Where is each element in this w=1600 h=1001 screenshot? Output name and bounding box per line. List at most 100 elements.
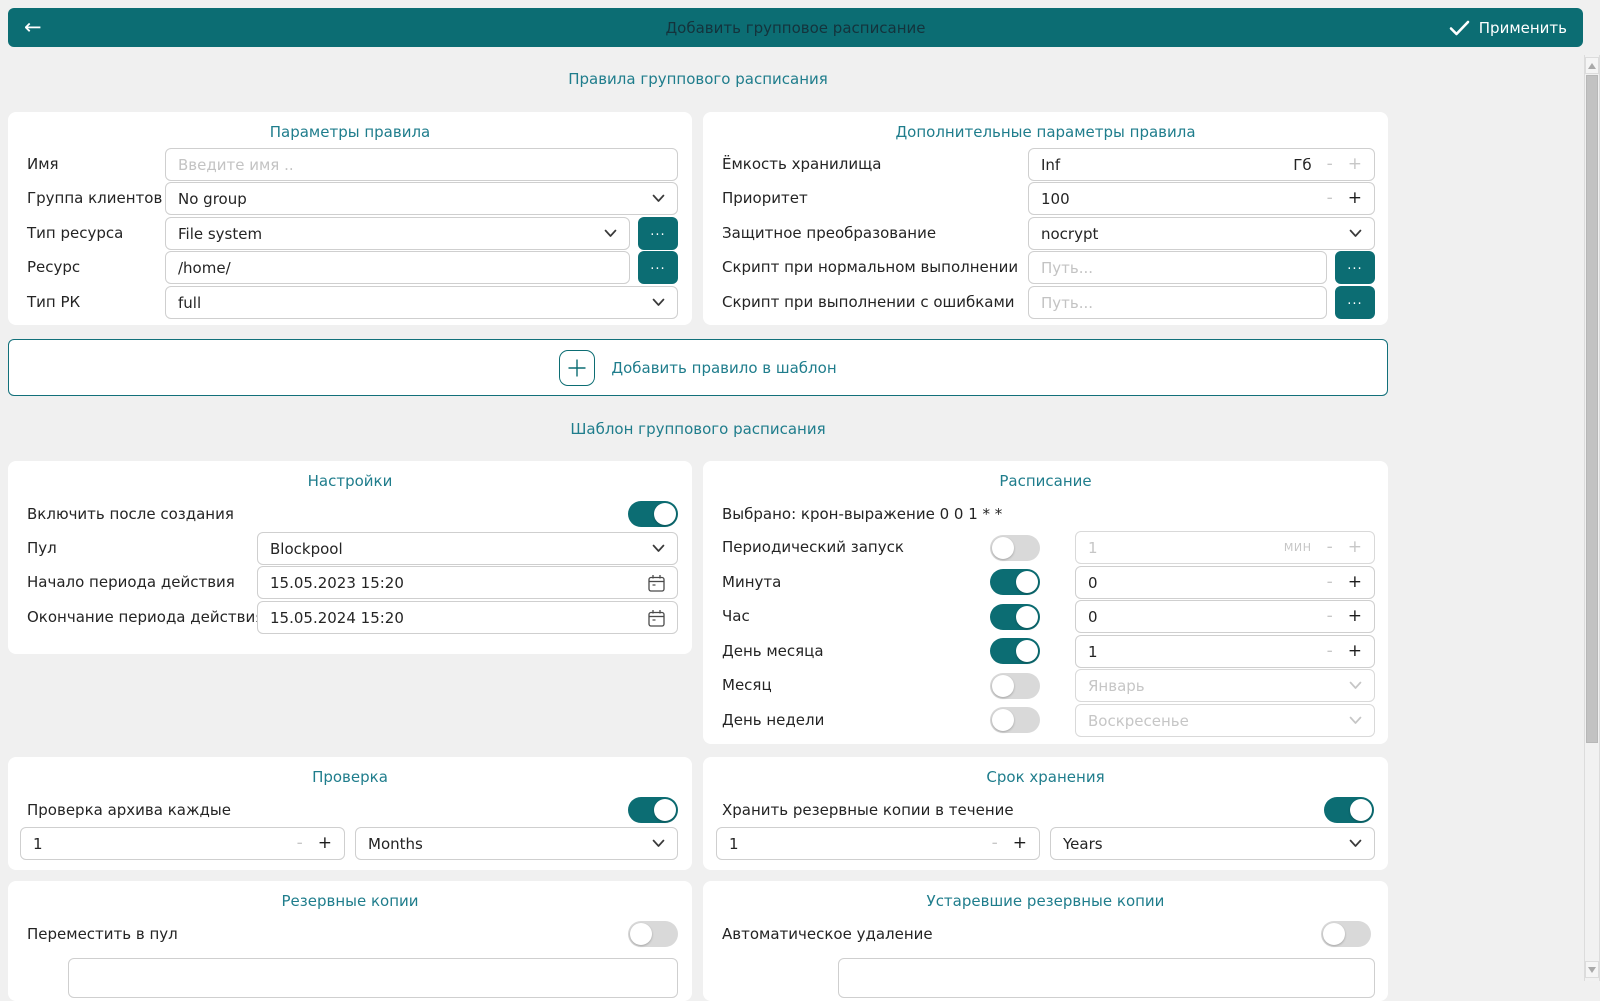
crypt-select[interactable]: nocrypt (1028, 217, 1375, 250)
toggle-knob (654, 799, 676, 821)
enable-after-toggle[interactable] (628, 501, 678, 527)
script-ok-label: Скрипт при нормальном выполнении (722, 251, 1018, 284)
minus-button: - (1327, 643, 1333, 660)
rules-section-title: Правила группового расписания (8, 70, 1388, 88)
period-end-value: 15.05.2024 15:20 (270, 609, 633, 627)
chevron-down-icon (604, 229, 617, 238)
retention-card: Срок хранения Хранить резервные копии в … (703, 757, 1388, 870)
day-of-month-toggle[interactable] (990, 638, 1040, 664)
priority-label: Приоритет (722, 182, 808, 215)
rule-params-title: Параметры правила (8, 123, 692, 141)
capacity-field[interactable]: Inf Гб - + (1028, 148, 1375, 181)
plus-button[interactable]: + (1013, 835, 1027, 852)
back-arrow-icon[interactable]: ← (24, 17, 42, 38)
priority-value: 100 (1041, 190, 1312, 208)
rk-type-select[interactable]: full (165, 286, 678, 319)
chevron-down-icon (1349, 839, 1362, 848)
plus-button[interactable]: + (1348, 574, 1362, 591)
name-input[interactable] (178, 156, 665, 174)
period-end-field[interactable]: 15.05.2024 15:20 (257, 601, 678, 634)
check-archive-toggle[interactable] (628, 797, 678, 823)
periodic-run-value: 1 (1088, 539, 1269, 557)
toggle-knob (630, 923, 652, 945)
resource-browse-button[interactable]: ... (638, 251, 678, 284)
move-to-pool-select (68, 958, 678, 998)
retention-unit-value: Years (1063, 835, 1334, 853)
resource-type-browse-button[interactable]: ... (638, 217, 678, 250)
minute-toggle[interactable] (990, 569, 1040, 595)
resource-input[interactable] (178, 259, 617, 277)
backups-title: Резервные копии (8, 892, 692, 910)
backups-card: Резервные копии Переместить в пул (8, 881, 692, 1001)
script-ok-input[interactable] (1041, 259, 1314, 277)
pool-select[interactable]: Blockpool (257, 532, 678, 565)
scrollbar-thumb[interactable] (1586, 75, 1598, 743)
plus-button[interactable]: + (318, 835, 332, 852)
auto-delete-toggle[interactable] (1321, 921, 1371, 947)
hour-toggle[interactable] (990, 604, 1040, 630)
resource-type-select[interactable]: File system (165, 217, 630, 250)
month-select: Январь (1075, 669, 1375, 702)
month-value: Январь (1088, 677, 1334, 695)
day-of-week-toggle[interactable] (990, 707, 1040, 733)
client-group-label: Группа клиентов (27, 182, 162, 215)
periodic-run-toggle[interactable] (990, 535, 1040, 561)
vertical-scrollbar[interactable] (1584, 55, 1600, 981)
apply-button[interactable]: Применить (1449, 19, 1567, 37)
retention-unit-select[interactable]: Years (1050, 827, 1375, 860)
minus-button: - (1327, 190, 1333, 207)
script-ok-browse-button[interactable]: ... (1335, 251, 1375, 284)
name-label: Имя (27, 148, 59, 181)
script-err-field[interactable] (1028, 286, 1327, 319)
scroll-up-button[interactable] (1585, 57, 1599, 74)
move-to-pool-toggle[interactable] (628, 921, 678, 947)
crypt-value: nocrypt (1041, 225, 1334, 243)
scroll-down-icon (1588, 967, 1596, 973)
add-rule-button[interactable]: Добавить правило в шаблон (8, 339, 1388, 396)
calendar-icon[interactable] (648, 574, 665, 592)
plus-button[interactable]: + (1348, 608, 1362, 625)
app-header: ← Добавить групповое расписание Применит… (8, 8, 1583, 47)
toggle-knob (992, 675, 1014, 697)
obsolete-title: Устаревшие резервные копии (703, 892, 1388, 910)
period-start-value: 15.05.2023 15:20 (270, 574, 633, 592)
script-ok-field[interactable] (1028, 251, 1327, 284)
pool-value: Blockpool (270, 540, 637, 558)
check-unit-select[interactable]: Months (355, 827, 678, 860)
capacity-value: Inf (1041, 156, 1278, 174)
scroll-down-button[interactable] (1585, 961, 1599, 978)
check-archive-label: Проверка архива каждые (27, 794, 231, 827)
move-to-pool-label: Переместить в пул (27, 918, 178, 951)
chevron-down-icon (652, 298, 665, 307)
plus-button[interactable]: + (1348, 643, 1362, 660)
plus-button[interactable]: + (1348, 190, 1362, 207)
periodic-run-field: 1 мин - + (1075, 531, 1375, 564)
resource-field[interactable] (165, 251, 630, 284)
period-start-field[interactable]: 15.05.2023 15:20 (257, 566, 678, 599)
calendar-icon[interactable] (648, 609, 665, 627)
template-section-title: Шаблон группового расписания (8, 420, 1388, 438)
hour-field[interactable]: 0 - + (1075, 600, 1375, 633)
client-group-select[interactable]: No group (165, 182, 678, 215)
schedule-title: Расписание (703, 472, 1388, 490)
check-interval-field[interactable]: 1 - + (20, 827, 345, 860)
month-toggle[interactable] (990, 673, 1040, 699)
minute-field[interactable]: 0 - + (1075, 566, 1375, 599)
day-of-month-field[interactable]: 1 - + (1075, 635, 1375, 668)
name-field[interactable] (165, 148, 678, 181)
retention-interval-field[interactable]: 1 - + (716, 827, 1040, 860)
minute-value: 0 (1088, 574, 1312, 592)
day-of-month-value: 1 (1088, 643, 1312, 661)
schedule-card: Расписание Выбрано: крон-выражение 0 0 1… (703, 461, 1388, 744)
chevron-down-icon (652, 544, 665, 553)
client-group-value: No group (178, 190, 637, 208)
script-err-input[interactable] (1041, 294, 1314, 312)
script-err-browse-button[interactable]: ... (1335, 286, 1375, 319)
priority-field[interactable]: 100 - + (1028, 182, 1375, 215)
day-of-week-label: День недели (722, 704, 824, 737)
settings-card: Настройки Включить после создания Пул Bl… (8, 461, 692, 654)
toggle-knob (654, 503, 676, 525)
minus-button: - (1327, 539, 1333, 556)
retention-toggle[interactable] (1324, 797, 1374, 823)
minus-button: - (992, 835, 998, 852)
